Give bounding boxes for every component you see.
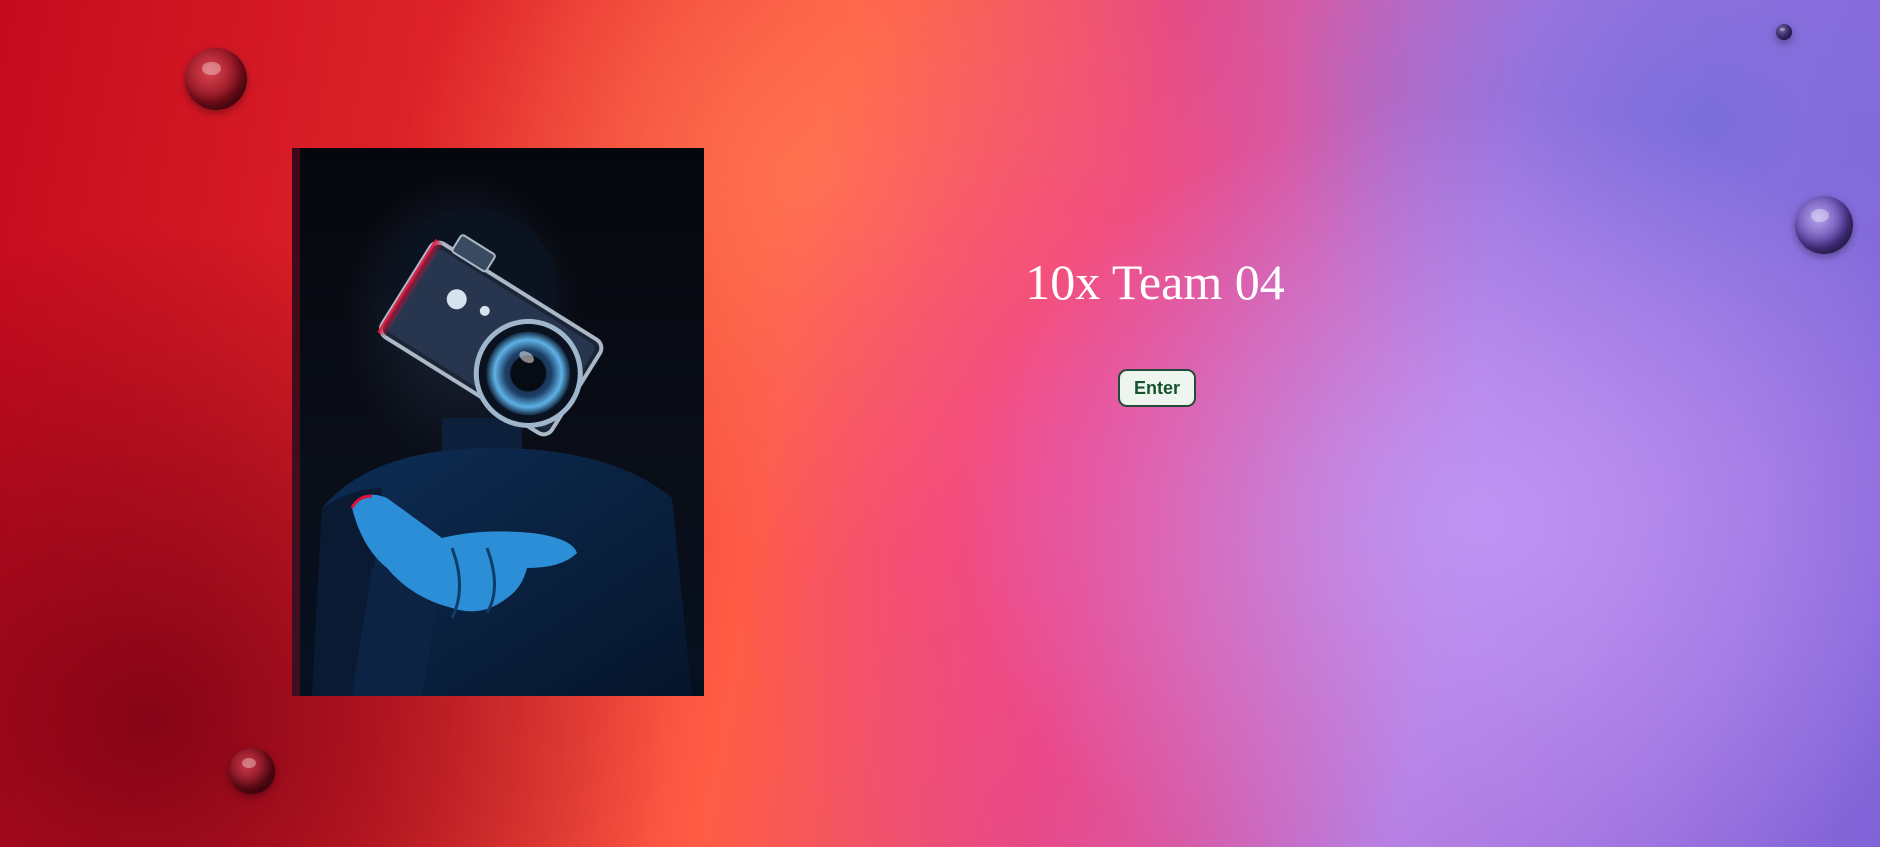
decorative-bubble <box>1776 24 1792 40</box>
camera-photo-illustration <box>292 148 692 696</box>
decorative-bubble <box>185 48 247 110</box>
page-title: 10x Team 04 <box>1025 254 1285 310</box>
decorative-bubble <box>1795 196 1853 254</box>
enter-button[interactable]: Enter <box>1118 369 1196 407</box>
hero-photo <box>292 148 704 696</box>
decorative-bubble <box>229 748 275 794</box>
